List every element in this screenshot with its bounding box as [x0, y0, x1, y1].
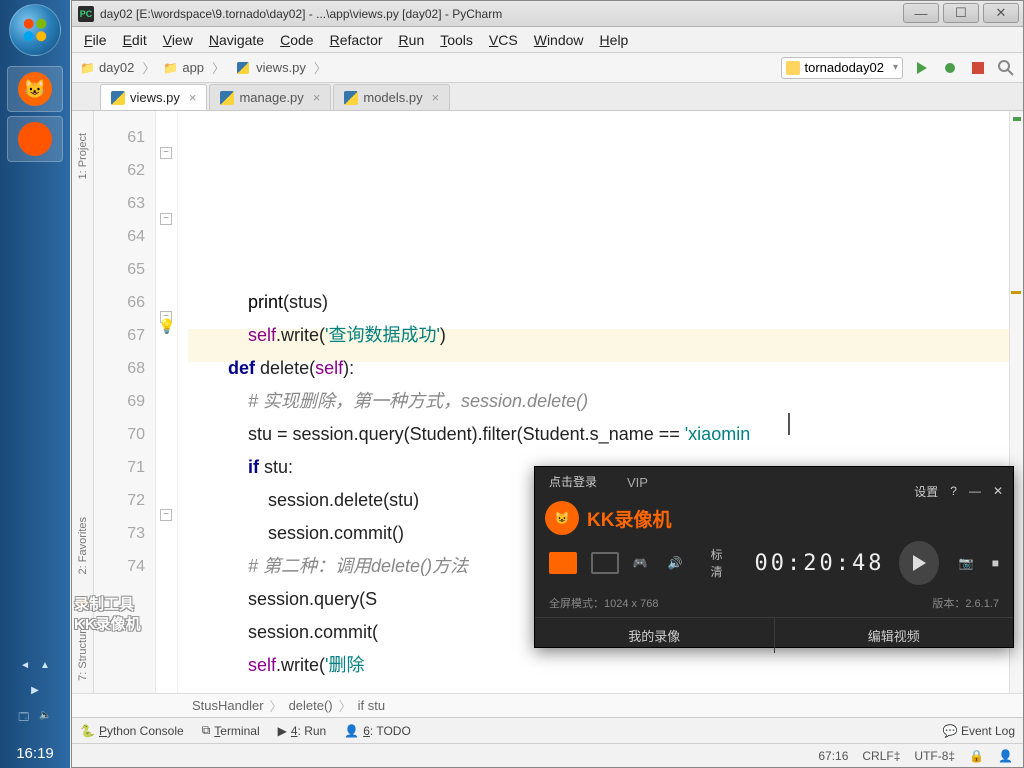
breadcrumb-item[interactable]: views.py [256, 60, 306, 75]
menu-window[interactable]: Window [526, 29, 592, 51]
system-tray[interactable]: ◄▲ [20, 660, 50, 671]
event-log[interactable]: 💬 Event Log [943, 724, 1015, 738]
menu-file[interactable]: File [76, 29, 115, 51]
file-encoding[interactable]: UTF-8‡ [914, 749, 955, 763]
code-crumbs[interactable]: StusHandler〉delete()〉if stu [72, 693, 1023, 717]
caret-position[interactable]: 67:16 [818, 749, 848, 763]
minimize-button[interactable]: — [903, 3, 939, 23]
editor-tabs: views.py×manage.py×models.py× [72, 83, 1023, 111]
close-button[interactable]: ✕ [983, 3, 1019, 23]
editor-tab[interactable]: manage.py× [209, 84, 331, 110]
intention-bulb-icon[interactable]: 💡 [158, 318, 174, 334]
run-config-selector[interactable]: tornadoday02 [781, 57, 903, 79]
favorites-tab[interactable]: 2: Favorites [77, 517, 89, 574]
menu-bar: FileEditViewNavigateCodeRefactorRunTools… [72, 27, 1023, 53]
window-titlebar[interactable]: PC day02 [E:\wordspace\9.tornado\day02] … [72, 1, 1023, 27]
debug-icon[interactable] [941, 59, 959, 77]
pycharm-window: PC day02 [E:\wordspace\9.tornado\day02] … [71, 0, 1024, 768]
bottom-tab[interactable]: 🐍Python Console [80, 724, 184, 738]
project-tab[interactable]: 1: Project [77, 133, 89, 179]
hector-icon[interactable]: 👤 [998, 749, 1013, 763]
menu-tools[interactable]: Tools [432, 29, 481, 51]
menu-edit[interactable]: Edit [115, 29, 155, 51]
run-icon[interactable] [913, 59, 931, 77]
taskbar-clock[interactable]: 16:19 [16, 745, 54, 762]
tab-close-icon[interactable]: × [189, 90, 197, 105]
menu-help[interactable]: Help [592, 29, 637, 51]
stop-icon[interactable] [969, 59, 987, 77]
editor-tab[interactable]: models.py× [333, 84, 450, 110]
code-crumb[interactable]: StusHandler [192, 698, 264, 713]
menu-navigate[interactable]: Navigate [201, 29, 272, 51]
menu-refactor[interactable]: Refactor [322, 29, 391, 51]
bottom-tab[interactable]: 👤6: TODO [344, 724, 411, 738]
windows-taskbar: 😺 ◄▲ ▶ 🗔🔈 16:19 [0, 0, 70, 768]
fold-column[interactable]: −−−−💡 [156, 111, 178, 693]
watermark: 录制工具 KK录像机 [74, 595, 141, 635]
maximize-button[interactable]: ☐ [943, 3, 979, 23]
code-crumb[interactable]: if stu [358, 698, 385, 713]
start-button[interactable] [9, 4, 61, 56]
breadcrumb-item[interactable]: app [182, 60, 204, 75]
breadcrumb-item[interactable]: day02 [99, 60, 134, 75]
taskbar-app-kk[interactable]: 😺 [7, 66, 63, 112]
bottom-tab[interactable]: ⧉Terminal [202, 723, 260, 738]
code-editor[interactable]: ng_1' print(stus) self.write('查询数据成功') d… [178, 111, 1009, 693]
taskbar-app-2[interactable] [7, 116, 63, 162]
status-bar: 67:16 CRLF‡ UTF-8‡ 🔒 👤 [72, 743, 1023, 767]
search-icon[interactable] [997, 59, 1015, 77]
window-title: day02 [E:\wordspace\9.tornado\day02] - .… [100, 7, 502, 21]
lock-icon[interactable]: 🔒 [969, 749, 984, 763]
editor-area: 1: Project 2: Favorites ★ 7: Structure 6… [72, 111, 1023, 693]
bottom-tab[interactable]: ▶4: Run [278, 724, 327, 738]
menu-vcs[interactable]: VCS [481, 29, 526, 51]
tab-close-icon[interactable]: × [313, 90, 321, 105]
line-separator[interactable]: CRLF‡ [862, 749, 900, 763]
tab-close-icon[interactable]: × [432, 90, 440, 105]
bottom-tool-tabs: 🐍Python Console ⧉Terminal ▶4: Run 👤6: TODO 💬… [72, 717, 1023, 743]
code-crumb[interactable]: delete() [289, 698, 333, 713]
editor-tab[interactable]: views.py× [100, 84, 207, 110]
menu-code[interactable]: Code [272, 29, 321, 51]
toolbar: 📁day02〉📁app〉views.py〉 tornadoday02 [72, 53, 1023, 83]
breadcrumbs[interactable]: 📁day02〉📁app〉views.py〉 [80, 58, 331, 77]
menu-view[interactable]: View [155, 29, 201, 51]
pycharm-icon: PC [78, 6, 94, 22]
menu-run[interactable]: Run [391, 29, 433, 51]
